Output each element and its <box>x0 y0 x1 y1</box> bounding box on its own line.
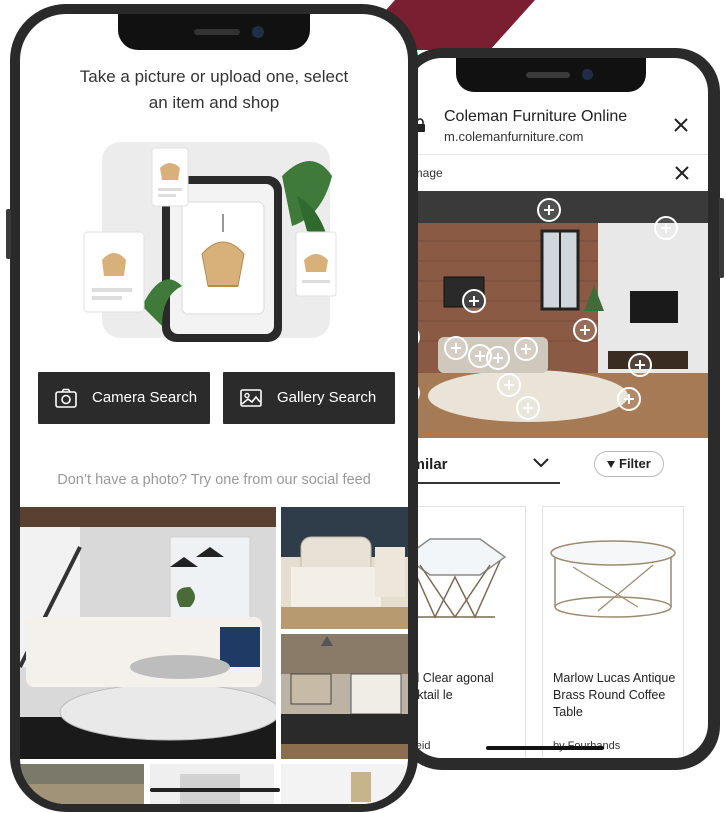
product-hotspot[interactable] <box>617 387 641 411</box>
product-card[interactable]: Marlow Lucas Antique Brass Round Coffee … <box>542 506 684 758</box>
gallery-search-button[interactable]: Gallery Search <box>223 372 395 424</box>
browser-header: Coleman Furniture Online m.colemanfurnit… <box>408 98 708 155</box>
phone-side-button <box>6 209 11 259</box>
feed-photo-bedroom[interactable] <box>281 507 408 629</box>
close-icon[interactable] <box>672 116 690 134</box>
social-feed-hint: Don’t have a photo? Try one from our soc… <box>57 472 371 488</box>
product-card[interactable]: eted Clear agonal Cocktail le Sarreid <box>408 506 526 758</box>
filter-button[interactable]: Filter <box>594 451 664 477</box>
product-hotspot[interactable] <box>514 337 538 361</box>
product-hotspot[interactable] <box>516 396 540 420</box>
product-name: Marlow Lucas Antique Brass Round Coffee … <box>553 671 676 719</box>
camera-icon <box>55 388 77 408</box>
phone-front: Take a picture or upload one, select an … <box>6 4 418 812</box>
product-hotspot[interactable] <box>573 318 597 342</box>
sort-underline <box>408 482 560 484</box>
product-hotspot[interactable] <box>444 336 468 360</box>
sort-row: t similar Filter <box>408 446 708 488</box>
round-brass-table-image <box>550 540 676 618</box>
home-indicator <box>150 788 280 792</box>
product-hotspot[interactable] <box>486 346 510 370</box>
product-hotspot[interactable] <box>497 373 521 397</box>
headline-line-1: Take a picture or upload one, select <box>79 67 349 86</box>
view-image-bar: w image <box>408 155 708 191</box>
feed-photo-3[interactable] <box>281 764 408 804</box>
chevron-down-icon[interactable] <box>532 456 550 470</box>
product-hotspot[interactable] <box>628 353 652 377</box>
image-icon <box>240 389 262 407</box>
camera-search-label: Camera Search <box>92 389 198 406</box>
headline-line-2: an item and shop <box>148 93 280 112</box>
site-title: Coleman Furniture Online <box>444 108 628 125</box>
room-photo[interactable] <box>408 191 708 438</box>
phone-side-button <box>719 198 724 278</box>
product-name: eted Clear agonal Cocktail le <box>408 671 494 702</box>
product-hotspot[interactable] <box>462 289 486 313</box>
funnel-icon <box>607 461 615 469</box>
close-view-icon[interactable] <box>674 165 690 181</box>
site-url: m.colemanfurniture.com <box>444 129 584 144</box>
page-headline: Take a picture or upload one, select an … <box>64 64 364 116</box>
phone-notch <box>118 14 310 50</box>
product-hotspot[interactable] <box>537 198 561 222</box>
filter-label: Filter <box>619 456 651 471</box>
feed-photo-1[interactable] <box>20 764 144 804</box>
feed-photo-2[interactable] <box>150 764 274 804</box>
home-indicator <box>486 746 604 750</box>
phone-scan-illustration <box>83 142 337 342</box>
results-screen: Coleman Furniture Online m.colemanfurnit… <box>408 58 708 758</box>
gallery-search-label: Gallery Search <box>277 389 377 406</box>
camera-search-button[interactable]: Camera Search <box>38 372 210 424</box>
product-hotspot[interactable] <box>654 216 678 240</box>
glass-octagon-table-image <box>408 538 507 619</box>
phone-back: Coleman Furniture Online m.colemanfurnit… <box>398 48 724 770</box>
feed-photo-living-room[interactable] <box>20 507 276 759</box>
phone-notch <box>456 58 646 92</box>
visual-search-screen: Take a picture or upload one, select an … <box>20 14 408 804</box>
feed-photo-den[interactable] <box>281 634 408 759</box>
